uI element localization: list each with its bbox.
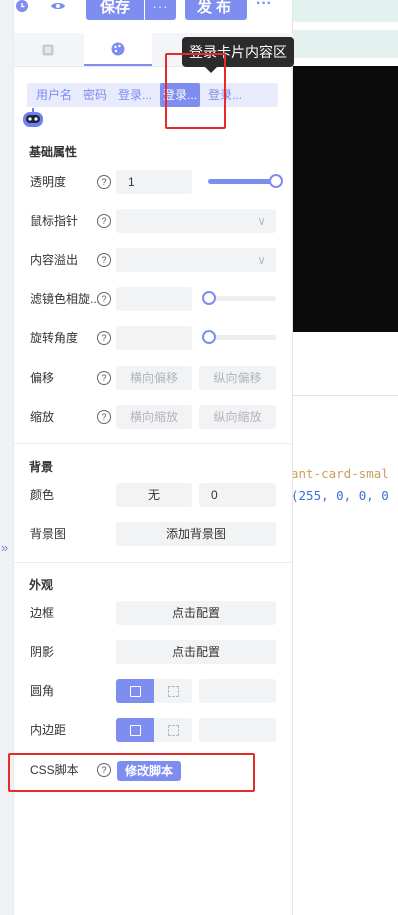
opacity-slider-track[interactable] (208, 179, 276, 184)
rotate-label: 旋转角度 (30, 331, 79, 345)
square-icon (129, 724, 141, 736)
offset-label: 偏移 (30, 371, 55, 385)
bg-color-row: 颜色 无 0 (14, 483, 293, 507)
highlight-box-css (8, 753, 255, 792)
publish-button[interactable]: 发布 (185, 0, 247, 20)
tab-list[interactable] (14, 33, 82, 66)
help-icon[interactable]: ? (97, 175, 111, 189)
padding-uniform-toggle[interactable] (116, 718, 154, 742)
subtab-login-1[interactable]: 登录... (115, 83, 155, 107)
canvas-preview-block (293, 66, 398, 332)
rotate-input[interactable] (116, 326, 192, 350)
border-label: 边框 (30, 606, 55, 620)
section-background-title: 背景 (29, 460, 54, 474)
scale-y-input[interactable]: 纵向缩放 (199, 405, 276, 429)
overflow-row: 内容溢出 ? ∨ (14, 248, 293, 272)
shadow-row: 阴影 点击配置 (14, 640, 293, 664)
eye-icon[interactable] (50, 0, 66, 14)
canvas-header-band (293, 0, 398, 22)
bg-image-label: 背景图 (30, 527, 67, 541)
list-icon (42, 44, 54, 55)
hue-slider-track[interactable] (208, 296, 276, 301)
subtab-username[interactable]: 用户名 (33, 83, 75, 107)
help-icon[interactable]: ? (97, 371, 111, 385)
help-icon[interactable]: ? (97, 214, 111, 228)
code-line-1: ant-card-smal (293, 466, 389, 481)
more-menu-icon[interactable]: ··· (253, 0, 275, 16)
corner-icon (167, 685, 179, 697)
tab-style[interactable] (84, 33, 152, 66)
expand-chevron-icon[interactable]: » (1, 541, 8, 554)
bg-alpha-input[interactable]: 0 (199, 483, 276, 507)
help-icon[interactable]: ? (97, 410, 111, 424)
hue-rotate-label: 滤镜色相旋... (30, 292, 101, 306)
radius-input[interactable] (199, 679, 276, 703)
help-icon[interactable]: ? (97, 253, 111, 267)
help-icon[interactable]: ? (97, 292, 111, 306)
chevron-down-icon: ∨ (257, 253, 266, 267)
scale-label: 缩放 (30, 410, 55, 424)
subtab-password[interactable]: 密码 (80, 83, 110, 107)
property-panel: 保存 ··· 发布 ··· 登录卡片内容区 用户名 密码 登录... 登录...… (8, 0, 294, 915)
save-button[interactable]: 保存 (86, 0, 144, 20)
hue-rotate-row: 滤镜色相旋... ? (14, 287, 293, 311)
canvas-toolbar-band (293, 30, 398, 58)
border-config-button[interactable]: 点击配置 (116, 601, 276, 625)
clock-icon[interactable] (14, 0, 30, 14)
opacity-row: 透明度 ? 1 (14, 170, 293, 194)
radius-label: 圆角 (30, 684, 55, 698)
padding-icon (167, 724, 179, 736)
border-row: 边框 点击配置 (14, 601, 293, 625)
canvas-divider (293, 395, 398, 396)
cursor-label: 鼠标指针 (30, 214, 79, 228)
component-subtabs: 用户名 密码 登录... 登录... 登录... (27, 83, 278, 107)
section-appearance-title: 外观 (29, 578, 54, 592)
overflow-select[interactable]: ∨ (116, 248, 276, 272)
opacity-input[interactable]: 1 (116, 170, 192, 194)
section-divider (14, 562, 293, 563)
opacity-slider-handle[interactable] (269, 174, 283, 188)
bg-color-label: 颜色 (30, 488, 55, 502)
hue-slider-handle[interactable] (202, 291, 216, 305)
padding-label: 内边距 (30, 723, 67, 737)
top-toolbar: 保存 ··· 发布 ··· (14, 0, 293, 28)
save-more-button[interactable]: ··· (145, 0, 176, 20)
rotate-slider-track[interactable] (208, 335, 276, 340)
square-icon (129, 685, 141, 697)
canvas-area: ant-card-smal (255, 0, 0, 0 (293, 0, 398, 915)
hue-rotate-input[interactable] (116, 287, 192, 311)
chevron-down-icon: ∨ (257, 214, 266, 228)
cursor-row: 鼠标指针 ? ∨ (14, 209, 293, 233)
radius-separate-toggle[interactable] (154, 679, 192, 703)
cursor-select[interactable]: ∨ (116, 209, 276, 233)
section-divider (14, 443, 293, 444)
padding-input[interactable] (199, 718, 276, 742)
shadow-config-button[interactable]: 点击配置 (116, 640, 276, 664)
rotate-row: 旋转角度 ? (14, 326, 293, 350)
radius-row: 圆角 (14, 679, 293, 703)
shadow-label: 阴影 (30, 645, 55, 659)
add-bg-image-button[interactable]: 添加背景图 (116, 522, 276, 546)
offset-y-input[interactable]: 纵向偏移 (199, 366, 276, 390)
overflow-label: 内容溢出 (30, 253, 79, 267)
robot-assistant-icon[interactable] (21, 108, 43, 128)
rotate-slider-handle[interactable] (202, 330, 216, 344)
scale-x-input[interactable]: 横向缩放 (116, 405, 192, 429)
offset-row: 偏移 ? 横向偏移 纵向偏移 (14, 366, 293, 390)
palette-icon (111, 42, 125, 55)
radius-uniform-toggle[interactable] (116, 679, 154, 703)
bg-color-picker[interactable]: 无 (116, 483, 192, 507)
help-icon[interactable]: ? (97, 331, 111, 345)
scale-row: 缩放 ? 横向缩放 纵向缩放 (14, 405, 293, 429)
offset-x-input[interactable]: 横向偏移 (116, 366, 192, 390)
opacity-label: 透明度 (30, 175, 67, 189)
bg-image-row: 背景图 添加背景图 (14, 522, 293, 546)
padding-separate-toggle[interactable] (154, 718, 192, 742)
section-basic-title: 基础属性 (29, 145, 78, 159)
highlight-box-subtab (165, 53, 226, 129)
code-line-2: (255, 0, 0, 0 (293, 488, 389, 503)
padding-row: 内边距 (14, 718, 293, 742)
